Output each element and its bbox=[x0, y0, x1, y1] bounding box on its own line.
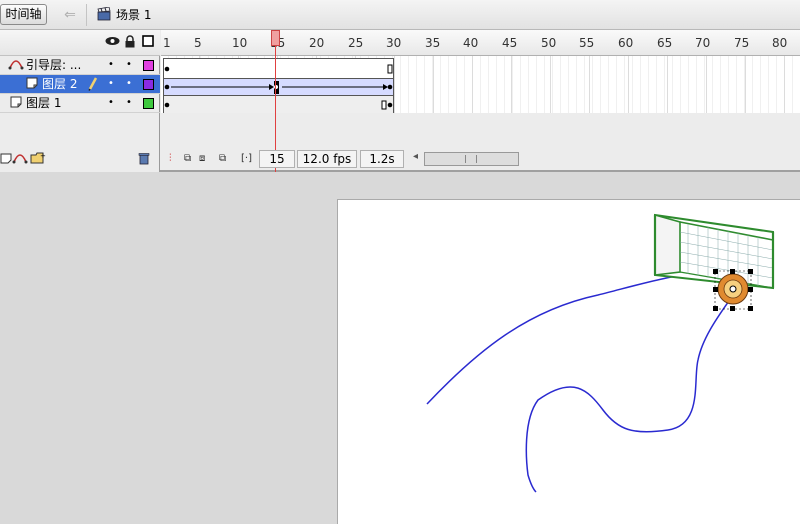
ruler-label: 20 bbox=[309, 36, 325, 50]
pencil-icon bbox=[88, 77, 98, 91]
ruler-label: 70 bbox=[695, 36, 711, 50]
layer-color-swatch[interactable] bbox=[143, 98, 154, 109]
timeline-toggle-button[interactable]: 时间轴 bbox=[0, 4, 47, 25]
elapsed-time-field: 1.2s bbox=[360, 150, 404, 168]
ruler-label: 35 bbox=[425, 36, 441, 50]
frames-area[interactable]: 1 5 10 15 20 25 30 35 40 45 50 55 60 65 … bbox=[161, 30, 800, 172]
center-frame-icon[interactable]: ⫶ bbox=[169, 153, 172, 165]
edit-multiple-frames-icon[interactable]: ⧉ bbox=[219, 153, 226, 165]
ruler-label: 65 bbox=[657, 36, 673, 50]
timeline-panel: 引导层: ... • • 图层 2 • • 图层 1 • • + 1 5 10 … bbox=[0, 30, 800, 172]
guide-layer-icon bbox=[8, 60, 24, 70]
stage-canvas[interactable] bbox=[338, 200, 800, 524]
scene-clapper-icon bbox=[97, 7, 111, 21]
visibility-dot[interactable]: • bbox=[106, 59, 116, 71]
ruler-label: 30 bbox=[386, 36, 402, 50]
ruler-label: 55 bbox=[579, 36, 595, 50]
lock-icon[interactable] bbox=[124, 35, 136, 48]
ruler-label: 5 bbox=[194, 36, 202, 50]
edit-bar: 时间轴 ⇐ 场景 1 bbox=[0, 0, 800, 30]
trash-icon[interactable] bbox=[138, 152, 150, 165]
insert-folder-icon[interactable]: + bbox=[30, 152, 46, 164]
ruler-label: 10 bbox=[232, 36, 248, 50]
ruler-label: 80 bbox=[772, 36, 788, 50]
layer-icon bbox=[10, 96, 22, 108]
svg-text:+: + bbox=[40, 152, 46, 160]
outline-square-icon[interactable] bbox=[142, 35, 154, 47]
back-arrow-icon[interactable]: ⇐ bbox=[60, 5, 80, 25]
lock-dot[interactable]: • bbox=[124, 97, 134, 109]
scroll-left-arrow-icon[interactable]: ◂ bbox=[413, 151, 418, 162]
lock-dot[interactable]: • bbox=[124, 59, 134, 71]
onion-skin-icon[interactable]: ⧉ bbox=[184, 153, 191, 165]
layer-footer: + bbox=[0, 148, 160, 172]
ruler-label: 25 bbox=[348, 36, 364, 50]
layer-name: 图层 2 bbox=[42, 77, 78, 91]
layers-header bbox=[0, 30, 160, 56]
eye-icon[interactable] bbox=[105, 35, 120, 47]
layer-1-frames[interactable] bbox=[164, 96, 393, 114]
ruler-label: 1 bbox=[163, 36, 171, 50]
layer-color-swatch[interactable] bbox=[143, 79, 154, 90]
current-frame-field[interactable]: 15 bbox=[259, 150, 295, 168]
layer-color-swatch[interactable] bbox=[143, 60, 154, 71]
toolbar-separator bbox=[86, 4, 87, 26]
stage[interactable] bbox=[337, 199, 800, 524]
scrollbar-grip bbox=[465, 155, 477, 163]
timeline-horizontal-scrollbar[interactable] bbox=[424, 152, 519, 166]
guide-layer-frames[interactable] bbox=[164, 59, 393, 78]
timeline-status-bar: ⫶ ⧉ ⧈ ⧉ [·] 15 12.0 fps 1.2s ◂ bbox=[161, 148, 800, 172]
scene-name[interactable]: 场景 1 bbox=[116, 6, 151, 24]
layer-row-guide[interactable]: 引导层: ... • • bbox=[0, 56, 160, 75]
visibility-dot[interactable]: • bbox=[106, 97, 116, 109]
layer-icon bbox=[26, 77, 38, 89]
goal-net[interactable] bbox=[653, 213, 775, 290]
tween-frames[interactable] bbox=[163, 58, 394, 113]
playhead[interactable] bbox=[271, 30, 280, 46]
motion-guide-path bbox=[426, 267, 736, 493]
ruler-label: 75 bbox=[734, 36, 750, 50]
layer-row-2[interactable]: 图层 2 • • bbox=[0, 75, 160, 94]
stage-area[interactable] bbox=[0, 174, 800, 524]
flash-editor: 时间轴 ⇐ 场景 1 引导层: ... • • 图层 2 • • 图层 1 • … bbox=[0, 0, 800, 524]
visibility-dot[interactable]: • bbox=[106, 78, 116, 90]
layer-name: 引导层: ... bbox=[26, 58, 82, 72]
onion-outline-icon[interactable]: ⧈ bbox=[199, 153, 205, 165]
ruler-label: 60 bbox=[618, 36, 634, 50]
ruler-label: 40 bbox=[463, 36, 479, 50]
modify-onion-markers-icon[interactable]: [·] bbox=[241, 153, 252, 165]
layer-2-motion-tween[interactable] bbox=[164, 78, 393, 96]
ruler-label: 50 bbox=[541, 36, 557, 50]
frame-ruler[interactable]: 1 5 10 15 20 25 30 35 40 45 50 55 60 65 … bbox=[161, 30, 800, 56]
frame-rate-field[interactable]: 12.0 fps bbox=[297, 150, 357, 168]
ruler-label: 45 bbox=[502, 36, 518, 50]
layer-row-1[interactable]: 图层 1 • • bbox=[0, 94, 160, 113]
insert-layer-icon[interactable] bbox=[0, 152, 12, 164]
layer-name: 图层 1 bbox=[26, 96, 62, 110]
lock-dot[interactable]: • bbox=[124, 78, 134, 90]
add-guide-layer-icon[interactable] bbox=[12, 152, 28, 164]
layers-panel: 引导层: ... • • 图层 2 • • 图层 1 • • + bbox=[0, 30, 160, 172]
